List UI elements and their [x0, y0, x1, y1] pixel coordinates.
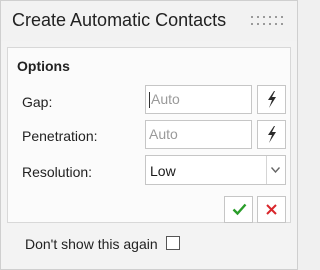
options-section-title: Options — [17, 58, 70, 74]
resolution-select[interactable]: Low — [145, 155, 286, 185]
gap-auto-button[interactable] — [257, 85, 286, 114]
resolution-label: Resolution: — [22, 164, 93, 180]
penetration-input-placeholder: Auto — [149, 126, 178, 142]
close-icon — [266, 204, 277, 215]
options-panel: Options Gap: Auto Penetration: Auto Reso… — [7, 47, 291, 223]
gap-input-placeholder: Auto — [151, 91, 180, 107]
resolution-selected-value: Low — [150, 163, 176, 179]
chevron-down-icon — [271, 167, 280, 173]
penetration-input[interactable]: Auto — [145, 120, 252, 149]
gap-input[interactable]: Auto — [145, 85, 252, 114]
dont-show-again-label: Don't show this again — [25, 236, 158, 252]
checkmark-icon — [232, 203, 247, 216]
lightning-icon — [268, 91, 276, 108]
cancel-button[interactable] — [257, 196, 286, 223]
dont-show-again-checkbox[interactable] — [166, 236, 180, 250]
create-automatic-contacts-dialog: Create Automatic Contacts Options Gap: A… — [0, 0, 298, 270]
resolution-dropdown-toggle[interactable] — [266, 156, 285, 184]
text-caret — [149, 92, 150, 108]
gap-label: Gap: — [22, 94, 53, 110]
ok-button[interactable] — [224, 196, 253, 223]
penetration-auto-button[interactable] — [257, 120, 286, 149]
penetration-label: Penetration: — [22, 128, 98, 144]
drag-grip-icon[interactable] — [249, 14, 289, 28]
dialog-title: Create Automatic Contacts — [12, 10, 227, 30]
dialog-titlebar[interactable]: Create Automatic Contacts — [1, 1, 297, 41]
lightning-icon — [268, 126, 276, 143]
